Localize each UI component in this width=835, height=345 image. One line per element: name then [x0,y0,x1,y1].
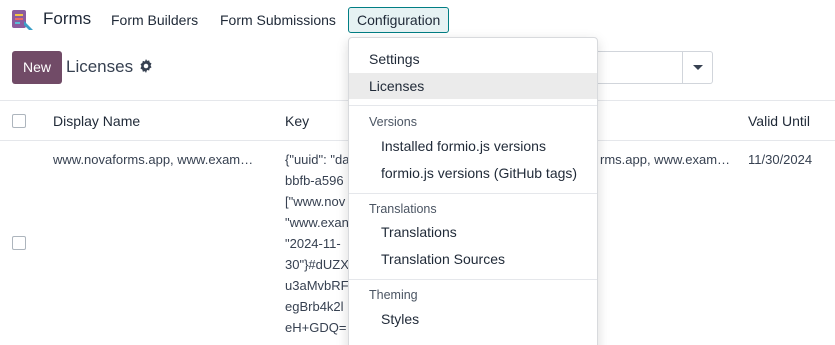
row-checkbox[interactable] [12,236,26,250]
column-display-name[interactable]: Display Name [53,113,140,129]
key-line: bbfb-a596 [285,173,344,188]
key-line: 30"}#dUZX [285,257,349,272]
menu-form-submissions[interactable]: Form Submissions [220,12,336,28]
key-line: u3aMvbRF [285,278,349,293]
search-options-toggle[interactable] [682,52,712,83]
key-line: "2024-11- [285,236,341,251]
key-line: eH+GDQ= [285,320,347,335]
menu-section-theming: Theming [369,288,418,302]
menu-form-builders[interactable]: Form Builders [111,12,198,28]
app-name[interactable]: Forms [43,9,91,29]
cell-key: {"uuid": "da bbfb-a596 ["www.nov "www.ex… [285,149,350,338]
menu-item-github-versions[interactable]: formio.js versions (GitHub tags) [349,160,597,186]
caret-down-icon [693,65,703,70]
configuration-dropdown: Settings Licenses Versions Installed for… [348,37,598,345]
key-line: {"uuid": "da [285,152,350,167]
search-input[interactable] [590,51,713,84]
column-key[interactable]: Key [285,113,309,129]
page-title: Licenses [66,57,134,76]
gear-icon[interactable] [139,59,153,73]
cell-display-name: www.novaforms.app, www.exam… [53,152,254,167]
menu-item-translations[interactable]: Translations [349,219,597,245]
menu-configuration[interactable]: Configuration [348,7,450,33]
cell-domains: rms.app, www.exam… [600,152,731,167]
menu-section-versions: Versions [369,115,417,129]
menu-item-settings[interactable]: Settings [349,46,597,72]
menu-item-installed-versions[interactable]: Installed formio.js versions [349,133,597,159]
column-valid-until[interactable]: Valid Until [748,113,810,129]
cell-valid-until: 11/30/2024 [748,152,813,167]
forms-app-icon[interactable] [11,8,35,32]
select-all-checkbox[interactable] [12,114,26,128]
menu-section-translations: Translations [369,202,437,216]
menu-item-styles[interactable]: Styles [349,306,597,332]
key-line: ["www.nov [285,194,346,209]
menu-item-translation-sources[interactable]: Translation Sources [349,246,597,272]
menu-item-licenses[interactable]: Licenses [349,73,597,99]
new-button[interactable]: New [12,51,62,84]
top-navbar: Forms Form Builders Form Submissions Con… [0,0,835,40]
key-line: egBrb4k2l [285,299,344,314]
key-line: "www.exan [285,215,349,230]
menu-divider [349,279,597,280]
menu-divider [349,193,597,194]
menu-divider [349,105,597,106]
